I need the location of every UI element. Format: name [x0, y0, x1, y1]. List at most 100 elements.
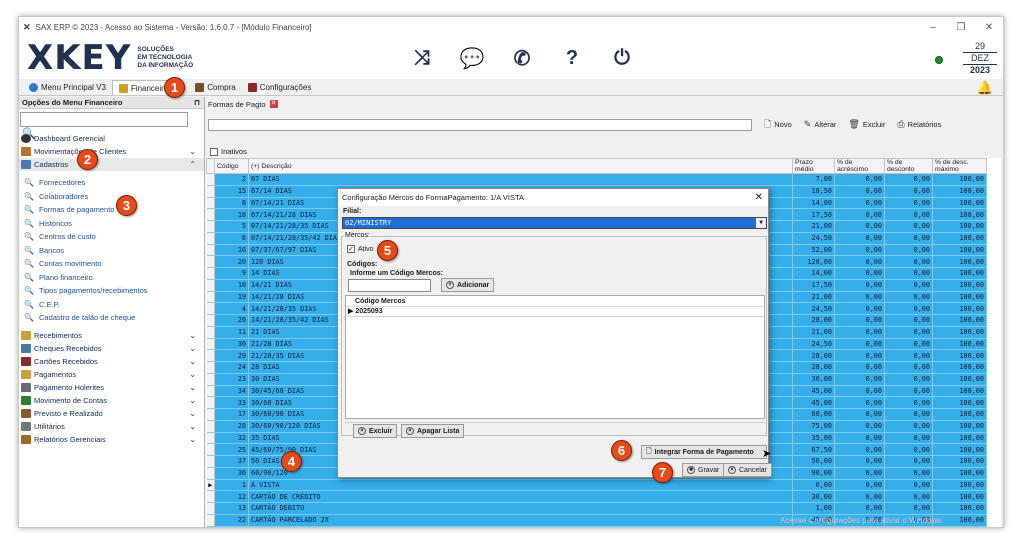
column-header-desc-maximo[interactable]: % de desc. máximo: [932, 158, 987, 174]
close-window-button[interactable]: ✕: [975, 22, 1003, 33]
filter-input[interactable]: [208, 118, 752, 131]
sidebar-group[interactable]: Utilitários ⌄: [19, 420, 204, 433]
sidebar-item-label: Históricos: [39, 218, 72, 228]
table-cell: 100,00: [932, 197, 987, 210]
table-cell: 0,00: [884, 396, 933, 409]
table-cell: 11: [214, 326, 249, 339]
date-month: DEZ: [963, 53, 997, 65]
table-cell: 0,00: [884, 326, 933, 339]
mercos-config-dialog: Configuração Mercos do FormaPagamento: 1…: [337, 188, 773, 478]
table-cell: 28,00: [792, 361, 835, 374]
table-cell: 2: [214, 173, 249, 186]
tab-menu-principal[interactable]: Menu Principal V3: [23, 80, 112, 95]
checkbox-box[interactable]: [210, 147, 218, 156]
sidebar-item-cadastro[interactable]: 🔍 Contas movimento: [19, 257, 204, 271]
sidebar-group[interactable]: Relatórios Gerenciais ⌄: [19, 433, 204, 446]
sidebar-item-cadastro[interactable]: 🔍 Tipos pagamentos/recebimentos: [19, 284, 204, 298]
table-row[interactable]: 2 07 DIAS 7,00 0,00 0,00 100,00: [206, 173, 987, 186]
row-indicator: [206, 432, 215, 445]
annotation-badge: 3: [116, 195, 137, 216]
sidebar-group-cadastros[interactable]: Cadastros ⌃: [19, 158, 204, 171]
shuffle-icon[interactable]: ⤨: [409, 45, 435, 71]
sidebar-group[interactable]: Cheques Recebidos ⌄: [19, 342, 204, 355]
sidebar-item-cadastro[interactable]: 🔍 Formas de pagamento: [19, 203, 204, 217]
alterar-button[interactable]: ✎ Alterar: [804, 119, 837, 130]
sidebar-item-cadastro[interactable]: 🔍 Históricos: [19, 217, 204, 231]
power-icon[interactable]: ⏻: [609, 45, 635, 71]
chevron-down-icon[interactable]: ▼: [756, 218, 766, 228]
sidebar-item-cadastro[interactable]: 🔍 Colaboradores: [19, 190, 204, 204]
filial-select[interactable]: 02/MINISTRY ▼: [342, 217, 767, 229]
column-header-acrescimo[interactable]: % de acréscimo: [834, 158, 885, 174]
table-row[interactable]: ▶ 1 A VISTA 0,00 0,00 0,00 100,00: [206, 479, 987, 492]
excluir-button[interactable]: 🗑 Excluir: [848, 119, 885, 130]
sidebar-group[interactable]: Recebimentos ⌄: [19, 329, 204, 342]
inativos-checkbox[interactable]: Inativos: [210, 147, 247, 156]
novo-button[interactable]: 🗋 Novo: [764, 117, 792, 133]
sidebar-group-dashboard[interactable]: Dashboard Gerencial: [19, 132, 204, 145]
chat-icon[interactable]: 💬: [459, 45, 485, 71]
cancel-icon: ×: [728, 466, 736, 474]
sidebar-search-row: 🔍: [19, 109, 204, 140]
sidebar-item-cadastro[interactable]: 🔍 Fornecedores: [19, 176, 204, 190]
integrar-button[interactable]: 🗋 Integrar Forma de Pagamento: [641, 445, 767, 459]
sidebar-item-cadastro[interactable]: 🔍 Cadastro de talão de cheque: [19, 311, 204, 325]
close-tab-icon[interactable]: ✕: [269, 100, 278, 108]
relatorios-button[interactable]: ⎙ Relatórios: [897, 119, 941, 130]
row-indicator: [206, 220, 215, 233]
tab-configuracoes[interactable]: Configurações: [242, 80, 318, 95]
checkbox-checked[interactable]: ✓: [347, 245, 355, 253]
sidebar-search-input[interactable]: [20, 112, 188, 127]
whatsapp-icon[interactable]: ✆: [509, 45, 535, 71]
maximize-button[interactable]: ❐: [947, 22, 975, 33]
table-row[interactable]: 12 CARTÃO DE CRÉDITO 30,00 0,00 0,00 100,00: [206, 490, 987, 503]
cancelar-button[interactable]: × Cancelar: [723, 463, 773, 477]
table-cell: CARTÃO DE CRÉDITO: [248, 490, 793, 503]
novo-label: Novo: [774, 120, 792, 129]
excluir-codigo-button[interactable]: × Excluir: [353, 424, 398, 438]
table-cell: 100,00: [932, 349, 987, 362]
sidebar-item-cadastro[interactable]: 🔍 Centros de custo: [19, 230, 204, 244]
table-row[interactable]: 13 CARTÃO DEBITO 1,00 0,00 0,00 100,00: [206, 502, 987, 515]
table-cell: 90,00: [792, 467, 835, 480]
sidebar-group-movimentacoes[interactable]: Movimentações de Clientes ⌄: [19, 145, 204, 158]
group-icon: [21, 330, 31, 340]
sidebar-group[interactable]: Cartões Recebidos ⌄: [19, 355, 204, 368]
column-header-codigo[interactable]: Código: [214, 158, 249, 174]
sidebar-group[interactable]: Movimento de Contas ⌄: [19, 394, 204, 407]
sidebar-item-cadastro[interactable]: 🔍 Bancos: [19, 244, 204, 258]
table-cell: 0,00: [834, 302, 885, 315]
row-indicator: ▶: [206, 479, 215, 492]
sidebar-group[interactable]: Pagamentos ⌄: [19, 368, 204, 381]
doc-tab-formas-pagto[interactable]: Formas de Pagto ✕: [208, 98, 278, 110]
adicionar-button[interactable]: + Adicionar: [441, 278, 495, 292]
gravar-button[interactable]: ■ Gravar: [682, 463, 725, 477]
dialog-close-button[interactable]: ✕: [755, 192, 763, 203]
table-cell: 33: [214, 396, 249, 409]
column-header-prazo[interactable]: Prazo médio: [792, 158, 835, 174]
sidebar-item-cadastro[interactable]: 🔍 Plano financeiro: [19, 271, 204, 285]
inativos-label: Inativos: [221, 147, 247, 156]
table-cell: 18: [214, 208, 249, 221]
minimize-button[interactable]: –: [919, 22, 947, 33]
table-cell: 0,00: [884, 467, 933, 480]
column-header-descricao[interactable]: (+) Descrição: [248, 158, 793, 174]
table-row[interactable]: ▶ 2025093: [346, 307, 764, 317]
pin-icon[interactable]: ⊓: [194, 98, 200, 107]
ativo-checkbox[interactable]: ✓ Ativo: [347, 245, 374, 253]
column-header-desconto[interactable]: % de desconto: [884, 158, 933, 174]
group-icon: [21, 434, 31, 444]
tab-compra[interactable]: Compra: [189, 80, 241, 95]
help-icon[interactable]: ?: [559, 45, 585, 71]
sidebar-group[interactable]: Pagamento Holerites ⌄: [19, 381, 204, 394]
apagar-lista-button[interactable]: × Apagar Lista: [401, 424, 465, 438]
gravar-label: Gravar: [698, 466, 720, 474]
notification-bell-icon[interactable]: 🔔: [977, 80, 993, 96]
excluir-label: Excluir: [862, 120, 886, 129]
table-row[interactable]: 21CARTAO PARCELADO 3X50,000,000,00100,00: [206, 526, 987, 527]
sidebar-group-label: Recebimentos: [34, 330, 82, 340]
cadastros-icon: [21, 160, 31, 169]
sidebar-group[interactable]: Previsto e Realizado ⌄: [19, 407, 204, 420]
sidebar-item-cadastro[interactable]: 🔍 C.E.P.: [19, 298, 204, 312]
codigo-mercos-input[interactable]: [348, 279, 431, 292]
